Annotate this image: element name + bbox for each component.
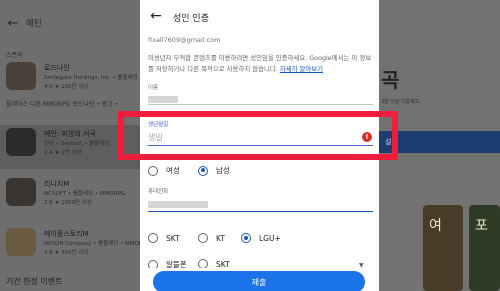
similar-section-label: 플레이스 다른 MMORPG 로드나인 • 광고 • <box>6 101 119 108</box>
app-list-item[interactable]: 메이플스토리M NEXON Company • 롤플레잉 • MMORPG 3.… <box>6 228 150 256</box>
carrier-lgu-label: LGU+ <box>259 233 281 243</box>
name-field-value-redacted[interactable] <box>148 96 178 103</box>
app-publisher: 신규 • Sesisoft • 롤플레잉 <box>44 141 110 147</box>
radio-selected-icon <box>198 165 208 176</box>
app-list-item[interactable]: 리니지M NCSOFT • 롤플레잉 • MMORPG 2.8 ★ 1000만 … <box>6 178 140 206</box>
app-publisher: NEXON Company • 롤플레잉 • MMORPG <box>44 241 151 247</box>
app-name: 메틴: 피멍의 서곡 <box>44 130 96 138</box>
app-icon <box>6 228 36 256</box>
back-arrow-icon[interactable]: ← <box>147 7 165 25</box>
app-publisher: NCSOFT • 롤플레잉 • MMORPG <box>44 191 126 197</box>
radio-circle-icon <box>198 233 208 243</box>
app-meta: 2.4 ★ 1만 이상 <box>44 150 82 156</box>
app-name: 메이플스토리M <box>44 230 89 238</box>
app-meta: 2.8 ★ 1000만 이상 <box>44 200 93 206</box>
name-label: 이름 <box>148 85 159 91</box>
description-text: 미성년자 부적합 콘텐츠를 이용하려면 성인임을 인증하세요. Google에서… <box>148 54 372 73</box>
radio-selected-icon <box>241 233 251 243</box>
radio-circle-icon <box>148 233 158 243</box>
app-list-item[interactable]: 로드나인 Smilegate Holdings, Inc. • 롤플레잉 4.0… <box>6 62 140 90</box>
submit-bar: 제출 <box>140 268 379 291</box>
account-email: fixall7609@gmail.com <box>148 36 221 44</box>
gender-radio-male[interactable]: 남성 <box>198 165 230 176</box>
card-text: 여 <box>429 218 442 234</box>
search-query[interactable]: 메틴 <box>26 17 42 29</box>
verification-description: 미성년자 부적합 콘텐츠를 이용하려면 성인임을 인증하세요. Google에서… <box>148 53 373 75</box>
name-field-underline <box>148 104 373 105</box>
dialog-title: 성인 인증 <box>173 14 209 24</box>
carrier-radio-skt[interactable]: SKT <box>148 233 180 243</box>
submit-button[interactable]: 제출 <box>153 271 365 291</box>
app-icon <box>6 178 36 206</box>
gender-male-label: 남성 <box>216 166 230 175</box>
app-meta: 3.8 ★ 500만 이상 <box>44 250 89 256</box>
screenshot-card[interactable]: 포 <box>469 205 500 291</box>
app-name: 로드나인 <box>44 64 70 72</box>
radio-circle-icon <box>148 165 158 176</box>
dialog-header: ← 성인 인증 <box>140 0 379 34</box>
phone-field-underline <box>148 211 373 212</box>
back-arrow-icon[interactable]: ← <box>0 16 26 31</box>
limited-events-heading: 기간 한정 이벤트 <box>6 277 63 286</box>
gender-radio-female[interactable]: 여성 <box>148 165 180 176</box>
phone-label: 휴대전화 <box>148 189 169 195</box>
screenshot-card[interactable]: 여 <box>423 205 463 291</box>
app-meta: 4.0 ★ 100만 이상 <box>44 84 89 90</box>
carrier-radio-lgu[interactable]: LGU+ <box>241 233 281 243</box>
phone-field-value-redacted[interactable] <box>148 201 208 208</box>
gender-female-label: 여성 <box>166 166 180 175</box>
learn-more-link[interactable]: 자세히 알아보기 <box>280 65 323 73</box>
app-icon <box>6 128 36 156</box>
sponsored-label: 스폰서 <box>6 52 23 59</box>
app-name: 리니지M <box>44 180 70 188</box>
birthdate-highlight-annotation <box>118 111 398 160</box>
app-icon <box>6 62 36 90</box>
carrier-kt-label: KT <box>216 233 225 243</box>
card-text: 포 <box>475 218 488 234</box>
search-bar[interactable]: ← 메틴 <box>0 8 140 38</box>
app-publisher: Smilegate Holdings, Inc. • 롤플레잉 <box>44 75 138 81</box>
carrier-radio-kt[interactable]: KT <box>198 233 225 243</box>
detail-downloads: 3만 이상 다운로드 <box>381 99 420 105</box>
carrier-skt-label: SKT <box>166 233 180 243</box>
detail-title: 곡 <box>381 68 400 92</box>
